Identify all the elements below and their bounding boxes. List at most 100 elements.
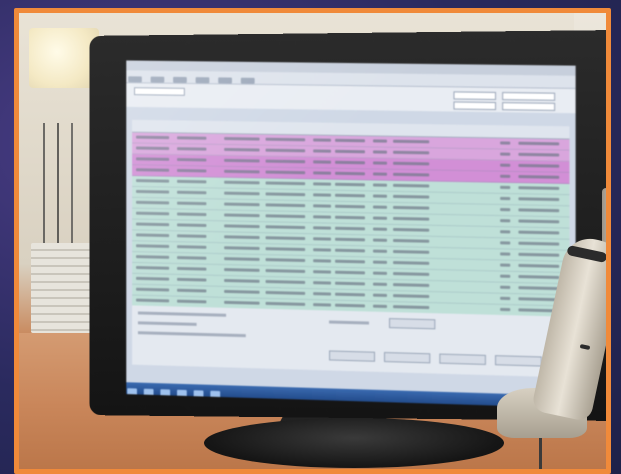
detail-button[interactable] — [439, 353, 486, 365]
table-cell — [177, 168, 207, 173]
table-cell — [393, 183, 430, 188]
table-cell — [135, 287, 170, 292]
table-cell — [224, 191, 260, 196]
table-cell — [265, 258, 306, 263]
table-cell — [500, 263, 511, 267]
table-cell — [393, 172, 430, 177]
table-cell — [177, 179, 207, 184]
table-cell — [224, 180, 260, 185]
table-cell — [335, 248, 365, 253]
grid-rows — [132, 132, 570, 318]
table-cell — [393, 227, 430, 232]
filter-field[interactable] — [453, 91, 497, 101]
table-cell — [372, 238, 388, 242]
table-cell — [135, 189, 170, 194]
table-cell — [500, 230, 511, 234]
table-cell — [500, 208, 511, 212]
filter-field[interactable] — [502, 92, 556, 101]
detail-button[interactable] — [384, 352, 431, 364]
table-cell — [224, 300, 260, 305]
table-cell — [135, 146, 170, 151]
table-cell — [135, 255, 170, 259]
detail-line — [137, 321, 197, 326]
table-cell — [224, 268, 260, 272]
taskbar-icon[interactable] — [160, 389, 171, 397]
table-cell — [335, 270, 365, 275]
detail-button[interactable] — [495, 355, 542, 367]
table-cell — [500, 274, 511, 278]
taskbar-icon[interactable] — [177, 389, 188, 397]
table-cell — [265, 203, 306, 208]
table-cell — [177, 299, 207, 304]
table-cell — [265, 247, 306, 252]
table-cell — [224, 158, 260, 163]
table-cell — [518, 241, 560, 246]
table-cell — [500, 185, 511, 190]
table-cell — [265, 279, 306, 284]
table-cell — [500, 285, 511, 289]
detail-line — [137, 331, 246, 338]
table-cell — [500, 219, 511, 223]
table-cell — [177, 212, 207, 217]
table-cell — [177, 201, 207, 206]
table-cell — [265, 192, 306, 197]
table-cell — [177, 288, 207, 293]
table-cell — [135, 179, 170, 183]
table-cell — [265, 269, 306, 273]
table-cell — [135, 200, 170, 205]
table-cell — [265, 181, 306, 186]
table-cell — [335, 226, 365, 231]
toolbar-button[interactable] — [218, 77, 233, 84]
filter-bar — [126, 83, 576, 114]
taskbar-icon[interactable] — [210, 390, 221, 398]
monitor-screen — [126, 60, 576, 409]
table-cell — [265, 148, 306, 153]
toolbar-button[interactable] — [150, 76, 165, 83]
table-cell — [393, 161, 430, 166]
table-cell — [335, 281, 365, 286]
table-cell — [500, 141, 511, 145]
table-cell — [372, 139, 388, 143]
table-cell — [224, 257, 260, 261]
table-cell — [177, 234, 207, 238]
taskbar-icon[interactable] — [194, 390, 204, 398]
table-cell — [265, 159, 306, 164]
table-cell — [372, 304, 388, 308]
table-cell — [313, 149, 332, 153]
table-cell — [372, 260, 388, 264]
filter-field[interactable] — [453, 101, 497, 111]
table-cell — [372, 183, 388, 187]
table-cell — [265, 214, 306, 219]
toolbar-button[interactable] — [128, 76, 142, 83]
table-cell — [393, 261, 430, 265]
table-cell — [393, 294, 430, 299]
table-cell — [313, 160, 332, 164]
taskbar-icon[interactable] — [143, 388, 154, 396]
filter-field[interactable] — [134, 87, 185, 96]
toolbar-button[interactable] — [241, 77, 256, 84]
detail-button[interactable] — [329, 350, 376, 362]
table-cell — [518, 197, 560, 202]
table-cell — [518, 252, 560, 257]
table-cell — [177, 136, 207, 140]
photo-frame — [14, 8, 611, 474]
taskbar-icon[interactable] — [127, 388, 137, 396]
toolbar-button[interactable] — [195, 77, 210, 84]
toolbar-button[interactable] — [173, 76, 187, 83]
table-cell — [372, 249, 388, 253]
table-cell — [518, 219, 560, 224]
detail-button[interactable] — [389, 318, 436, 330]
table-cell — [372, 150, 388, 154]
table-cell — [135, 233, 170, 238]
table-cell — [518, 230, 560, 235]
table-cell — [518, 186, 560, 190]
filter-field[interactable] — [502, 102, 556, 111]
table-cell — [393, 238, 430, 243]
table-cell — [372, 205, 388, 209]
table-cell — [135, 265, 170, 270]
table-cell — [372, 227, 388, 231]
table-cell — [372, 161, 388, 165]
table-cell — [372, 271, 388, 275]
table-cell — [177, 256, 207, 260]
table-cell — [313, 182, 332, 186]
